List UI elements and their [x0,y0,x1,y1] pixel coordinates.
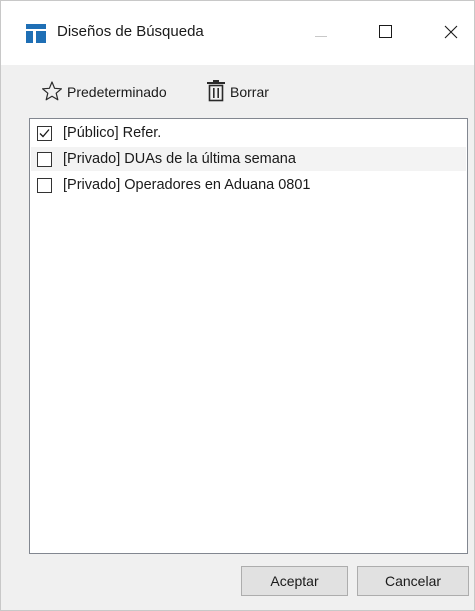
close-button[interactable] [431,16,471,50]
app-icon [26,24,46,43]
search-layouts-dialog: Diseños de Búsqueda Predeterminado Borra… [0,0,475,611]
minimize-button[interactable] [301,16,341,50]
delete-label: Borrar [230,84,269,100]
title-bar[interactable]: Diseños de Búsqueda [1,1,474,65]
set-default-label: Predeterminado [67,84,167,100]
list-item-duas-ultima-semana[interactable]: [Privado] DUAs de la última semana [31,147,466,171]
checkbox-unchecked[interactable] [37,177,52,193]
list-item-publico-refer[interactable]: [Público] Refer. [31,121,466,145]
cancel-button[interactable]: Cancelar [357,566,469,596]
checkbox-unchecked[interactable] [37,151,52,167]
accept-button[interactable]: Aceptar [241,566,348,596]
trash-icon [206,79,226,105]
window-title: Diseños de Búsqueda [57,23,204,40]
delete-button[interactable]: Borrar [206,79,269,105]
minimize-icon [315,25,327,41]
list-item-operadores-aduana[interactable]: [Privado] Operadores en Aduana 0801 [31,173,466,197]
search-layouts-list[interactable]: [Público] Refer. [Privado] DUAs de la úl… [29,118,468,554]
maximize-icon [378,25,392,41]
set-default-button[interactable]: Predeterminado [41,79,167,105]
list-item-label: [Privado] DUAs de la última semana [63,151,296,167]
toolbar: Predeterminado Borrar [1,65,474,117]
star-icon [41,80,63,105]
list-item-label: [Privado] Operadores en Aduana 0801 [63,177,311,193]
close-icon [444,25,458,42]
maximize-button[interactable] [365,16,405,50]
checkbox-checked[interactable] [37,125,52,141]
list-item-label: [Público] Refer. [63,125,162,141]
